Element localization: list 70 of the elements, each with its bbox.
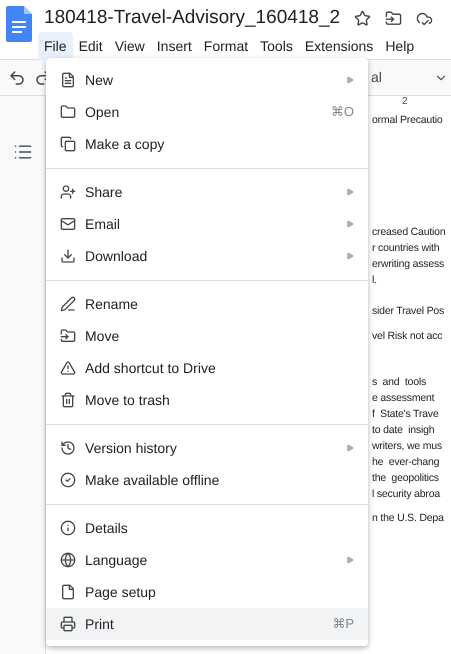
submenu-arrow-icon (346, 220, 354, 228)
submenu-arrow-icon (346, 444, 354, 452)
menu-item[interactable]: Rename (46, 288, 368, 320)
star-icon[interactable] (354, 10, 372, 26)
document-text: vel Risk not acc (372, 329, 444, 344)
document-text: sider Travel Pos (372, 304, 446, 319)
document-text: s and tools (372, 375, 428, 390)
download-icon (60, 248, 76, 264)
document-text: f State's Trave (372, 407, 440, 422)
document-text: n the U.S. Depa (372, 511, 445, 526)
menu-bar-item[interactable]: Edit (72, 32, 109, 61)
undo-icon[interactable] (8, 68, 26, 86)
document-text: l security abroa (372, 487, 442, 502)
page-icon (60, 584, 76, 600)
document-text: he ever-chang (372, 455, 440, 470)
menu-item[interactable]: Page setup (46, 576, 368, 608)
menu-item[interactable]: New (46, 64, 368, 96)
menu-bar-item[interactable]: Help (379, 32, 420, 61)
document-text: ormal Precautio (372, 113, 444, 128)
submenu-arrow-icon (346, 252, 354, 260)
menu-item[interactable]: Print ⌘P (46, 608, 368, 640)
shortcut-text: ⌘P (332, 615, 354, 634)
docs-logo-icon[interactable] (6, 6, 32, 42)
menu-bar-item[interactable]: Tools (254, 32, 299, 61)
person-plus-icon (60, 184, 76, 200)
menu-item[interactable]: Add shortcut to Drive (46, 352, 368, 384)
style-dropdown[interactable]: al (371, 67, 382, 88)
menu-bar-item[interactable]: Format (198, 32, 254, 61)
document-text: e assessment (372, 391, 436, 406)
trash-icon (60, 392, 76, 408)
check-circle-icon (60, 472, 76, 488)
document-text: erwriting assess (372, 257, 446, 272)
submenu-arrow-icon (346, 188, 354, 196)
menu-item[interactable]: Open ⌘O (46, 96, 368, 128)
doc-icon (60, 72, 76, 88)
globe-icon (60, 552, 76, 568)
submenu-arrow-icon (346, 76, 354, 84)
menu-bar-item[interactable]: Insert (150, 32, 198, 61)
menu-item[interactable]: Move (46, 320, 368, 352)
menu-item[interactable]: Email (46, 208, 368, 240)
folder-arrow-icon[interactable] (385, 10, 402, 26)
menu-item[interactable]: Share (46, 176, 368, 208)
menu-item[interactable]: Language (46, 544, 368, 576)
menu-bar-item[interactable]: File (38, 32, 73, 61)
document-text: l. (372, 273, 378, 288)
copy-icon (60, 136, 76, 152)
document-title[interactable]: 180418-Travel-Advisory_160418_2 (44, 6, 340, 30)
document-text: to date insigh (372, 423, 436, 438)
info-icon (60, 520, 76, 536)
ruler-number: 2 (402, 97, 408, 107)
document-text: writers, we mus (372, 439, 443, 454)
menu-item[interactable]: Make available offline (46, 464, 368, 496)
menu-bar-item[interactable]: View (108, 32, 151, 61)
folder-icon (60, 104, 76, 120)
menu-item[interactable]: Version history (46, 432, 368, 464)
menu-item[interactable]: Download (46, 240, 368, 272)
document-text: creased Caution (372, 225, 446, 240)
printer-icon (60, 616, 76, 632)
menu-item[interactable]: Move to trash (46, 384, 368, 416)
shortcut-text: ⌘O (330, 103, 354, 122)
menu-item[interactable]: Details (46, 512, 368, 544)
menu-item[interactable]: Make a copy (46, 128, 368, 160)
document-text: the geopolitics (372, 471, 440, 486)
mail-icon (60, 216, 76, 232)
pencil-icon (60, 296, 76, 312)
submenu-arrow-icon (346, 556, 354, 564)
folder-arrow-icon (60, 328, 76, 344)
menu-bar-item[interactable]: Extensions (298, 32, 380, 61)
document-text: r countries with (372, 241, 440, 256)
history-icon (60, 440, 76, 456)
